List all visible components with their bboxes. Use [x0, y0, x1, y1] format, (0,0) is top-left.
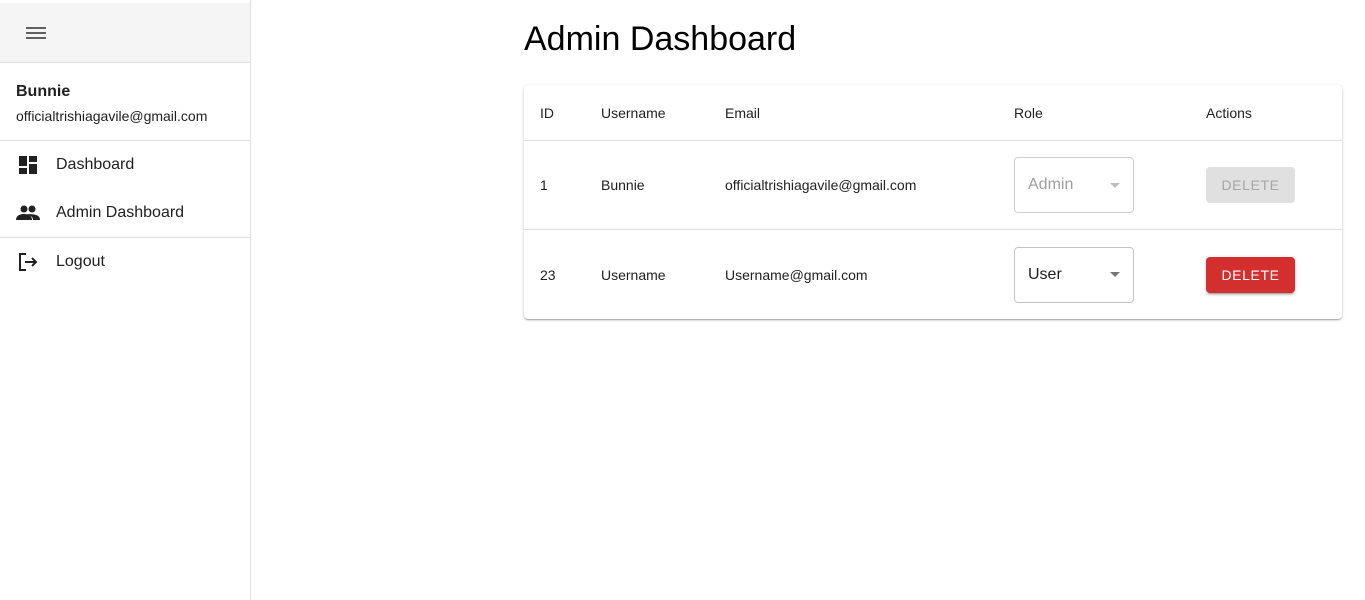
user-email: officialtrishiagavile@gmail.com — [16, 108, 208, 124]
sidebar-item-logout[interactable]: Logout — [0, 238, 250, 286]
cell-id: 23 — [540, 266, 556, 283]
role-select[interactable]: User — [1014, 246, 1134, 303]
column-header-username: Username — [601, 104, 666, 121]
table-row: 23 Username Username@gmail.com User DELE… — [524, 230, 1342, 319]
cell-username: Username — [601, 266, 666, 283]
table-row: 1 Bunnie officialtrishiagavile@gmail.com… — [524, 141, 1342, 230]
sidebar-header — [0, 3, 250, 63]
role-select-value: Admin — [1028, 176, 1074, 193]
sidebar-item-label: Dashboard — [56, 156, 135, 173]
cell-role: Admin — [1014, 157, 1206, 213]
user-name: Bunnie — [16, 83, 71, 100]
cell-username: Bunnie — [601, 177, 645, 193]
user-info: Bunnie officialtrishiagavile@gmail.com — [0, 63, 250, 141]
page-title: Admin Dashboard — [524, 20, 797, 58]
column-header-id: ID — [540, 104, 554, 121]
hamburger-menu-icon[interactable] — [25, 22, 47, 44]
people-icon — [16, 201, 40, 225]
column-header-email: Email — [725, 104, 761, 121]
cell-id: 1 — [540, 177, 548, 193]
table-header-row: ID Username Email Role Actions — [524, 85, 1342, 141]
delete-button: DELETE — [1206, 167, 1295, 203]
column-header-role: Role — [1014, 104, 1043, 121]
sidebar: Bunnie officialtrishiagavile@gmail.com D… — [0, 0, 251, 600]
logout-label: Logout — [56, 253, 105, 270]
role-select-value: User — [1028, 265, 1062, 283]
logout-icon — [16, 250, 40, 274]
cell-actions: DELETE — [1206, 256, 1342, 293]
sidebar-item-label: Admin Dashboard — [56, 204, 185, 221]
users-table: ID Username Email Role Actions 1 Bunnie … — [524, 85, 1342, 319]
cell-email: officialtrishiagavile@gmail.com — [725, 177, 917, 193]
sidebar-item-admin-dashboard[interactable]: Admin Dashboard — [0, 189, 250, 237]
sidebar-nav: Dashboard Admin Dashboard — [0, 141, 250, 238]
cell-role: User — [1014, 246, 1206, 303]
sidebar-item-dashboard[interactable]: Dashboard — [0, 141, 250, 189]
chevron-down-icon — [1110, 182, 1120, 188]
cell-actions: DELETE — [1206, 167, 1342, 203]
dashboard-icon — [16, 153, 40, 177]
column-header-actions: Actions — [1206, 104, 1252, 121]
role-select: Admin — [1014, 157, 1134, 213]
delete-button[interactable]: DELETE — [1206, 256, 1295, 293]
app-root: Bunnie officialtrishiagavile@gmail.com D… — [0, 0, 1365, 600]
cell-email: Username@gmail.com — [725, 266, 868, 283]
chevron-down-icon — [1110, 272, 1120, 277]
